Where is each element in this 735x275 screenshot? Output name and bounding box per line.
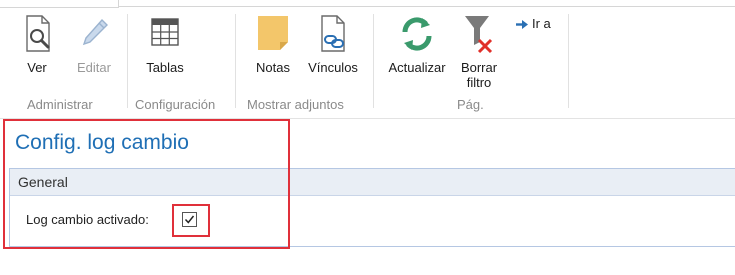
table-icon (151, 18, 179, 46)
log-cambio-activado-label: Log cambio activado: (26, 212, 149, 227)
pencil-icon (82, 18, 108, 46)
notas-label: Notas (256, 60, 290, 75)
group-label-mostrar-adjuntos: Mostrar adjuntos (247, 97, 344, 112)
ribbon-tab[interactable] (0, 0, 119, 8)
refresh-icon (402, 17, 432, 51)
group-separator (127, 14, 128, 108)
ir-a-label: Ir a (532, 16, 551, 31)
clear-filter-icon (465, 16, 493, 54)
editar-button[interactable]: Editar (72, 14, 116, 75)
borrar-filtro-label-1: Borrar (460, 60, 498, 75)
fasttab-general: General (9, 168, 735, 247)
page-title: Config. log cambio (15, 131, 189, 154)
group-separator (373, 14, 374, 108)
ver-button[interactable]: Ver (20, 14, 54, 75)
ribbon: Ver Editar Tablas Notas Vínculos Actuali… (0, 0, 735, 119)
group-label-configuracion: Configuración (135, 97, 216, 112)
vinculos-label: Vínculos (308, 60, 358, 75)
borrar-filtro-label-2: filtro (466, 75, 492, 90)
vinculos-button[interactable]: Vínculos (304, 14, 362, 75)
ir-a-button[interactable]: Ir a (515, 16, 551, 31)
magnifier-document-icon (26, 15, 50, 52)
editar-label: Editar (77, 60, 111, 75)
checkmark-icon (184, 215, 195, 224)
group-separator (568, 14, 569, 108)
tablas-button[interactable]: Tablas (141, 14, 189, 75)
ribbon-tab-line (118, 6, 735, 7)
actualizar-label: Actualizar (388, 60, 446, 75)
document-link-icon (321, 15, 345, 52)
sticky-note-icon (258, 16, 288, 50)
arrow-right-icon (516, 20, 528, 29)
group-label-administrar: Administrar (27, 97, 93, 112)
borrar-filtro-button[interactable]: Borrar filtro (457, 14, 501, 90)
log-cambio-activado-checkbox[interactable] (182, 212, 197, 227)
group-separator (235, 14, 236, 108)
actualizar-button[interactable]: Actualizar (384, 14, 450, 75)
ver-label: Ver (27, 60, 47, 75)
tablas-label: Tablas (146, 60, 184, 75)
group-label-pag: Pág. (457, 97, 484, 112)
notas-button[interactable]: Notas (252, 14, 294, 75)
fasttab-header[interactable]: General (10, 169, 735, 196)
fasttab-title: General (18, 174, 68, 190)
